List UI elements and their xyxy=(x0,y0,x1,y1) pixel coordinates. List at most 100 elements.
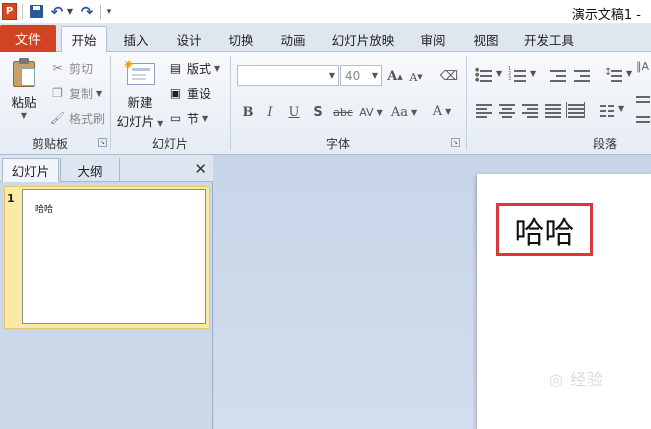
font-launcher-icon[interactable]: ↘ xyxy=(451,138,460,147)
brush-icon: 🖌 xyxy=(49,111,66,125)
copy-label: 复制 xyxy=(69,86,94,101)
copy-dropdown-icon: ▼ xyxy=(96,88,103,98)
char-spacing-label: AV xyxy=(359,105,374,119)
font-color-label: A xyxy=(432,103,443,119)
tab-home[interactable]: 开始 xyxy=(61,26,107,53)
tab-review[interactable]: 审阅 xyxy=(412,26,454,52)
section-button[interactable]: ▭ 节 ▼ xyxy=(168,108,208,128)
numbering-dropdown-icon[interactable]: ▼ xyxy=(530,69,536,78)
section-icon: ▭ xyxy=(169,111,182,125)
align-left-icon[interactable] xyxy=(474,101,494,121)
italic-button[interactable]: I xyxy=(261,101,279,123)
paste-dropdown-icon[interactable]: ▼ xyxy=(5,111,43,120)
align-text-icon[interactable] xyxy=(634,92,651,112)
ribbon: 粘贴 ▼ ✂ 剪切 ❐ 复制 ▼ 🖌 格式刷 剪贴板 ↘ ✷ 新建 幻灯片 ▼ ▤… xyxy=(0,52,651,155)
new-slide-button[interactable]: ✷ 新建 幻灯片 ▼ xyxy=(116,59,164,130)
tab-file[interactable]: 文件 xyxy=(0,25,56,52)
align-center-icon[interactable] xyxy=(497,101,517,121)
line-spacing-icon[interactable]: ↕ xyxy=(604,66,624,86)
increase-indent-icon[interactable] xyxy=(572,66,592,86)
copy-button[interactable]: ❐ 复制 ▼ xyxy=(50,83,102,103)
clipboard-group-label: 剪贴板 xyxy=(31,137,68,151)
slide-editor-area: 哈哈 ◎ 经验 xyxy=(214,155,651,429)
text-direction-icon[interactable]: ∥A xyxy=(635,60,651,80)
grow-font-icon: A xyxy=(387,68,398,84)
strikethrough-button[interactable]: abc xyxy=(331,101,355,123)
numbering-icon[interactable]: 123 xyxy=(508,66,528,86)
tab-insert[interactable]: 插入 xyxy=(115,26,157,52)
new-slide-dropdown-icon[interactable]: ▼ xyxy=(157,119,163,128)
save-icon[interactable] xyxy=(28,3,44,20)
bullets-icon[interactable]: ● ● ● xyxy=(474,66,494,86)
group-separator xyxy=(230,56,231,150)
change-case-button[interactable]: Aa ▼ xyxy=(389,101,419,123)
distributed-icon[interactable] xyxy=(566,101,586,121)
tab-slides-panel[interactable]: 幻灯片 xyxy=(2,158,59,182)
font-size-dropdown-icon: ▼ xyxy=(371,71,378,80)
font-name-dropdown-icon: ▼ xyxy=(328,71,335,80)
justify-icon[interactable] xyxy=(543,101,563,121)
close-icon[interactable]: ✕ xyxy=(194,160,207,178)
font-size-value: 40 xyxy=(345,68,361,83)
tab-outline-panel[interactable]: 大纲 xyxy=(60,158,120,182)
align-right-icon[interactable] xyxy=(520,101,540,121)
shadow-button[interactable]: S xyxy=(309,101,327,123)
shrink-font-button[interactable]: A ▼ xyxy=(407,66,425,88)
paste-label: 粘贴 xyxy=(11,95,37,110)
paste-button[interactable]: 粘贴 ▼ xyxy=(5,58,43,120)
thumbnail-text: 哈哈 xyxy=(35,205,54,215)
scissors-icon: ✂ xyxy=(52,61,63,75)
new-slide-icon: ✷ xyxy=(123,59,157,89)
new-slide-label-line1: 新建 xyxy=(127,95,153,110)
font-size-combo[interactable]: 40 ▼ xyxy=(340,65,382,86)
redo-icon[interactable]: ↷ xyxy=(80,3,94,21)
slide-canvas[interactable]: 哈哈 ◎ 经验 xyxy=(477,174,651,429)
char-spacing-button[interactable]: AV ▼ xyxy=(358,101,384,123)
font-color-button[interactable]: A ▼ xyxy=(428,100,456,122)
shrink-font-icon: A xyxy=(409,70,418,84)
decrease-indent-icon[interactable] xyxy=(548,66,568,86)
font-name-combo[interactable]: ▼ xyxy=(237,65,339,86)
clipboard-launcher-icon[interactable]: ↘ xyxy=(98,138,107,147)
tab-design[interactable]: 设计 xyxy=(168,26,210,52)
layout-icon: ▤ xyxy=(169,61,182,75)
columns-dropdown-icon[interactable]: ▼ xyxy=(618,104,624,113)
tab-view[interactable]: 视图 xyxy=(465,26,507,52)
tab-transitions[interactable]: 切换 xyxy=(220,26,262,52)
layout-dropdown-icon: ▼ xyxy=(214,63,221,73)
clear-format-icon[interactable]: ⌫ xyxy=(438,65,460,87)
tab-animations[interactable]: 动画 xyxy=(272,26,314,52)
customize-qat-icon[interactable]: ▾ xyxy=(104,3,114,20)
window-title: 演示文稿1 - xyxy=(571,8,641,23)
slide-textbox[interactable]: 哈哈 xyxy=(496,203,593,256)
cut-label: 剪切 xyxy=(69,61,94,76)
undo-icon[interactable]: ↶ xyxy=(50,3,64,21)
slides-panel: 幻灯片 大纲 ✕ 1 哈哈 xyxy=(0,155,213,429)
smartart-icon[interactable] xyxy=(634,112,651,132)
copy-icon: ❐ xyxy=(52,86,63,100)
layout-button[interactable]: ▤ 版式 ▼ xyxy=(168,58,220,78)
undo-dropdown-icon[interactable]: ▼ xyxy=(66,3,74,20)
bullets-dropdown-icon[interactable]: ▼ xyxy=(496,69,502,78)
tab-developer[interactable]: 开发工具 xyxy=(516,26,582,52)
tab-slideshow[interactable]: 幻灯片放映 xyxy=(325,26,401,52)
qat-separator xyxy=(22,4,23,19)
grow-font-button[interactable]: A ▲ xyxy=(386,65,404,87)
columns-icon[interactable] xyxy=(598,101,618,121)
ribbon-tabs: 文件 开始 插入 设计 切换 动画 幻灯片放映 审阅 视图 开发工具 xyxy=(0,24,651,53)
cut-button[interactable]: ✂ 剪切 xyxy=(50,58,93,78)
font-group-label: 字体 xyxy=(325,137,350,151)
format-painter-button[interactable]: 🖌 格式刷 xyxy=(50,108,105,128)
section-label: 节 xyxy=(187,111,200,126)
slide-thumbnail[interactable]: 哈哈 xyxy=(22,189,206,324)
paste-icon xyxy=(11,58,37,88)
change-case-label: Aa xyxy=(390,104,408,120)
bold-button[interactable]: B xyxy=(239,101,257,123)
reset-label: 重设 xyxy=(187,86,212,101)
new-slide-label-line2: 幻灯片 xyxy=(116,114,155,129)
reset-button[interactable]: ▣ 重设 xyxy=(168,83,211,103)
underline-button[interactable]: U xyxy=(285,101,303,123)
watermark: ◎ 经验 xyxy=(549,370,605,389)
line-spacing-dropdown-icon[interactable]: ▼ xyxy=(626,69,632,78)
powerpoint-logo-icon[interactable]: P xyxy=(2,3,17,20)
